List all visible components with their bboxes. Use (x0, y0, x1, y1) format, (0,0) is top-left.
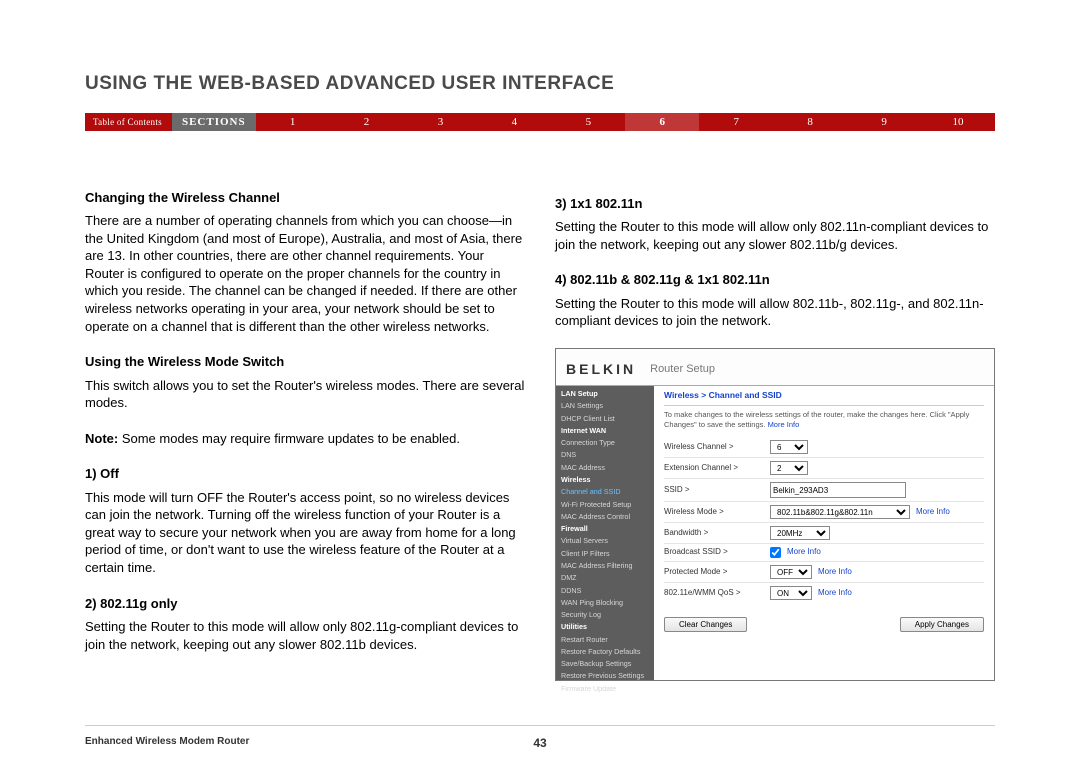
sidebar-item[interactable]: Restart Router (556, 634, 654, 646)
sidebar-item[interactable]: MAC Address Filtering (556, 560, 654, 572)
left-column: Changing the Wireless Channel There are … (85, 189, 525, 681)
sidebar-item[interactable]: DHCP Client List (556, 413, 654, 425)
sidebar-item[interactable]: Restore Factory Defaults (556, 646, 654, 658)
sidebar-item[interactable]: LAN Settings (556, 400, 654, 412)
row-wireless-channel-label: Wireless Channel > (664, 442, 764, 453)
section-link-4[interactable]: 4 (477, 113, 551, 131)
more-info-link[interactable]: More Info (818, 567, 852, 578)
section-link-6[interactable]: 6 (625, 113, 699, 131)
mode3-head: 3) 1x1 802.11n (555, 195, 995, 213)
row-broadcast-ssid-label: Broadcast SSID > (664, 547, 764, 558)
mode2-head: 2) 802.11g only (85, 595, 525, 613)
heading-change-channel: Changing the Wireless Channel (85, 189, 525, 207)
protected-mode-select[interactable]: OFF (770, 565, 812, 579)
router-setup-title: Router Setup (650, 362, 715, 377)
footer-product: Enhanced Wireless Modem Router (85, 736, 249, 747)
para-note: Note: Some modes may require firmware up… (85, 430, 525, 448)
sidebar-item[interactable]: DDNS (556, 585, 654, 597)
sidebar-item[interactable]: Firmware Update (556, 683, 654, 695)
sidebar-item[interactable]: Firewall (556, 523, 654, 535)
section-link-2[interactable]: 2 (330, 113, 404, 131)
wireless-mode-select[interactable]: 802.11b&802.11g&802.11n (770, 505, 910, 519)
sections-label: SECTIONS (172, 113, 256, 131)
ssid-input[interactable] (770, 482, 906, 498)
sidebar-item[interactable]: Connection Type (556, 437, 654, 449)
mode1-head: 1) Off (85, 465, 525, 483)
sidebar-item[interactable]: Client IP Filters (556, 548, 654, 560)
wireless-channel-select[interactable]: 6 (770, 440, 808, 454)
sidebar-item[interactable]: Wireless (556, 474, 654, 486)
sidebar-item[interactable]: MAC Address Control (556, 511, 654, 523)
mode4-text: Setting the Router to this mode will all… (555, 295, 995, 330)
sidebar-item[interactable]: Internet WAN (556, 425, 654, 437)
router-main-panel: Wireless > Channel and SSID To make chan… (654, 386, 994, 680)
sidebar-item[interactable]: LAN Setup (556, 388, 654, 400)
section-link-9[interactable]: 9 (847, 113, 921, 131)
section-link-5[interactable]: 5 (551, 113, 625, 131)
sidebar-item[interactable]: Wi-Fi Protected Setup (556, 499, 654, 511)
para-mode-switch: This switch allows you to set the Router… (85, 377, 525, 412)
broadcast-ssid-checkbox[interactable] (770, 547, 781, 558)
sidebar-item[interactable]: WAN Ping Blocking (556, 597, 654, 609)
mode4-head: 4) 802.11b & 802.11g & 1x1 802.11n (555, 271, 995, 289)
row-extension-channel-label: Extension Channel > (664, 463, 764, 474)
section-link-8[interactable]: 8 (773, 113, 847, 131)
right-column: 3) 1x1 802.11n Setting the Router to thi… (555, 189, 995, 681)
clear-changes-button[interactable]: Clear Changes (664, 617, 747, 632)
heading-mode-switch: Using the Wireless Mode Switch (85, 353, 525, 371)
section-link-10[interactable]: 10 (921, 113, 995, 131)
router-sidebar[interactable]: LAN SetupLAN SettingsDHCP Client ListInt… (556, 386, 654, 680)
section-link-1[interactable]: 1 (256, 113, 330, 131)
sidebar-item[interactable]: Channel and SSID (556, 486, 654, 498)
row-qos-label: 802.11e/WMM QoS > (664, 588, 764, 599)
more-info-link[interactable]: More Info (787, 547, 821, 558)
sidebar-item[interactable]: Utilities (556, 621, 654, 633)
apply-changes-button[interactable]: Apply Changes (900, 617, 984, 632)
qos-select[interactable]: ON (770, 586, 812, 600)
para-change-channel: There are a number of operating channels… (85, 212, 525, 335)
page-number: 43 (533, 736, 546, 750)
row-bandwidth-label: Bandwidth > (664, 528, 764, 539)
sidebar-item[interactable]: Restore Previous Settings (556, 670, 654, 682)
section-navbar: Table of Contents SECTIONS 12345678910 (85, 113, 995, 131)
extension-channel-select[interactable]: 2 (770, 461, 808, 475)
section-link-7[interactable]: 7 (699, 113, 773, 131)
more-info-link[interactable]: More Info (916, 507, 950, 518)
sidebar-item[interactable]: DNS (556, 449, 654, 461)
belkin-logo: BELKIN (566, 360, 636, 379)
mode1-text: This mode will turn OFF the Router's acc… (85, 489, 525, 577)
router-note: To make changes to the wireless settings… (664, 410, 984, 429)
mode2-text: Setting the Router to this mode will all… (85, 618, 525, 653)
row-protected-mode-label: Protected Mode > (664, 567, 764, 578)
row-wireless-mode-label: Wireless Mode > (664, 507, 764, 518)
sidebar-item[interactable]: MAC Address (556, 462, 654, 474)
router-setup-screenshot: BELKIN Router Setup LAN SetupLAN Setting… (555, 348, 995, 681)
bandwidth-select[interactable]: 20MHz (770, 526, 830, 540)
breadcrumb: Wireless > Channel and SSID (664, 390, 984, 406)
row-ssid-label: SSID > (664, 485, 764, 496)
mode3-text: Setting the Router to this mode will all… (555, 218, 995, 253)
more-info-link[interactable]: More Info (768, 420, 800, 429)
sidebar-item[interactable]: Save/Backup Settings (556, 658, 654, 670)
more-info-link[interactable]: More Info (818, 588, 852, 599)
section-link-3[interactable]: 3 (403, 113, 477, 131)
sidebar-item[interactable]: Virtual Servers (556, 535, 654, 547)
toc-link[interactable]: Table of Contents (85, 117, 172, 127)
page-footer: Enhanced Wireless Modem Router 43 (85, 725, 995, 747)
sidebar-item[interactable]: Security Log (556, 609, 654, 621)
sidebar-item[interactable]: DMZ (556, 572, 654, 584)
page-title: USING THE WEB-BASED ADVANCED USER INTERF… (85, 73, 995, 95)
